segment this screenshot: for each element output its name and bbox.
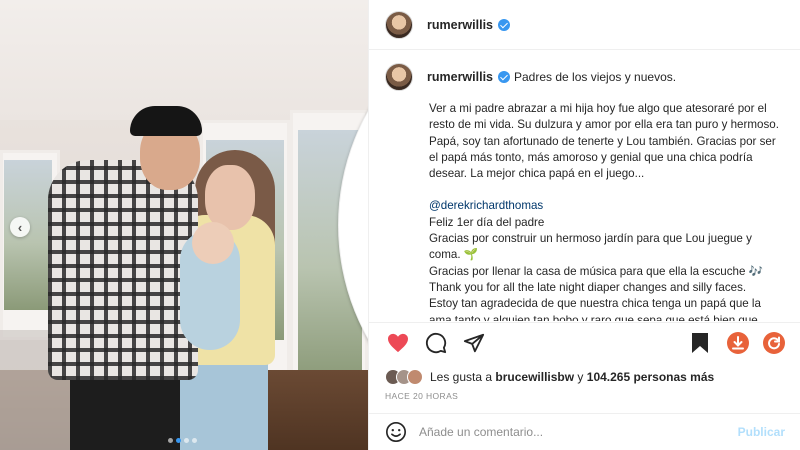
emoji-smiley-icon[interactable] bbox=[385, 421, 407, 443]
caption-first-line: Padres de los viejos y nuevos. bbox=[514, 70, 677, 84]
photo-man-shirt bbox=[48, 160, 198, 380]
caption-mention-link[interactable]: @derekrichardthomas bbox=[429, 198, 785, 214]
liker-avatar bbox=[407, 369, 423, 385]
carousel-dots bbox=[168, 438, 197, 443]
carousel-dot[interactable] bbox=[184, 438, 189, 443]
publish-button[interactable]: Publicar bbox=[738, 425, 785, 439]
photo-woman-face bbox=[205, 165, 255, 230]
carousel-dot[interactable] bbox=[168, 438, 173, 443]
repost-button[interactable] bbox=[763, 331, 785, 354]
likes-user-link[interactable]: brucewillisbw bbox=[495, 370, 574, 384]
bookmark-icon bbox=[692, 332, 708, 353]
photo-baby-head bbox=[192, 222, 234, 264]
share-button[interactable] bbox=[461, 330, 487, 356]
verified-badge-icon bbox=[498, 18, 510, 31]
download-button[interactable] bbox=[727, 331, 749, 354]
caption-header: rumerwillis Padres de los viejos y nuevo… bbox=[385, 63, 785, 91]
caption-line: Estoy tan agradecida de que nuestra chic… bbox=[429, 297, 765, 321]
author-username[interactable]: rumerwillis bbox=[427, 18, 493, 32]
carousel-dot-active[interactable] bbox=[176, 438, 181, 443]
carousel-dot[interactable] bbox=[192, 438, 197, 443]
comment-input[interactable] bbox=[419, 425, 738, 439]
action-bar bbox=[369, 322, 800, 362]
post-timestamp[interactable]: HACE 20 HORAS bbox=[385, 391, 458, 401]
post-caption: rumerwillis Padres de los viejos y nuevo… bbox=[369, 51, 800, 321]
caption-paragraph: Ver a mi padre abrazar a mi hija hoy fue… bbox=[429, 102, 783, 181]
download-arrow-icon bbox=[732, 335, 744, 349]
likes-prefix: Les gusta a bbox=[430, 370, 493, 384]
heart-icon bbox=[388, 333, 408, 352]
save-button[interactable] bbox=[687, 330, 713, 356]
caption-body: Ver a mi padre abrazar a mi hija hoy fue… bbox=[429, 101, 785, 321]
caption-line: Gracias por llenar la casa de música par… bbox=[429, 264, 764, 278]
caption-line: Thank you for all the late night diaper … bbox=[429, 280, 747, 294]
comment-bubble-icon bbox=[425, 332, 447, 353]
caption-author-username[interactable]: rumerwillis bbox=[427, 70, 493, 84]
photo-man-cap bbox=[130, 106, 202, 136]
caption-line: Feliz 1er día del padre bbox=[429, 215, 545, 229]
liker-avatars[interactable] bbox=[385, 369, 423, 385]
paper-plane-icon bbox=[463, 333, 485, 352]
carousel-prev-button[interactable]: ‹ bbox=[10, 217, 30, 237]
caption-line: Gracias por construir un hermoso jardín … bbox=[429, 232, 756, 262]
likes-joiner: y bbox=[577, 370, 584, 384]
comment-bar: Publicar bbox=[369, 413, 800, 450]
like-button[interactable] bbox=[385, 330, 411, 356]
likes-others-link[interactable]: 104.265 personas más bbox=[587, 370, 714, 384]
author-avatar[interactable] bbox=[385, 10, 413, 39]
post-header: rumerwillis bbox=[369, 0, 800, 50]
photo-ceiling bbox=[0, 0, 368, 120]
likes-summary: Les gusta a brucewillisbw y 104.265 pers… bbox=[385, 366, 714, 388]
chevron-left-icon: ‹ bbox=[17, 219, 23, 235]
refresh-icon bbox=[768, 336, 780, 349]
post-photo[interactable]: ‹ › bbox=[0, 0, 368, 450]
photo-window-glass bbox=[4, 160, 52, 310]
post-details-panel: rumerwillis rumerwillis Padres de los vi… bbox=[368, 0, 800, 450]
caption-author-avatar[interactable] bbox=[385, 63, 413, 91]
verified-badge-icon bbox=[498, 71, 510, 83]
comment-button[interactable] bbox=[423, 330, 449, 356]
